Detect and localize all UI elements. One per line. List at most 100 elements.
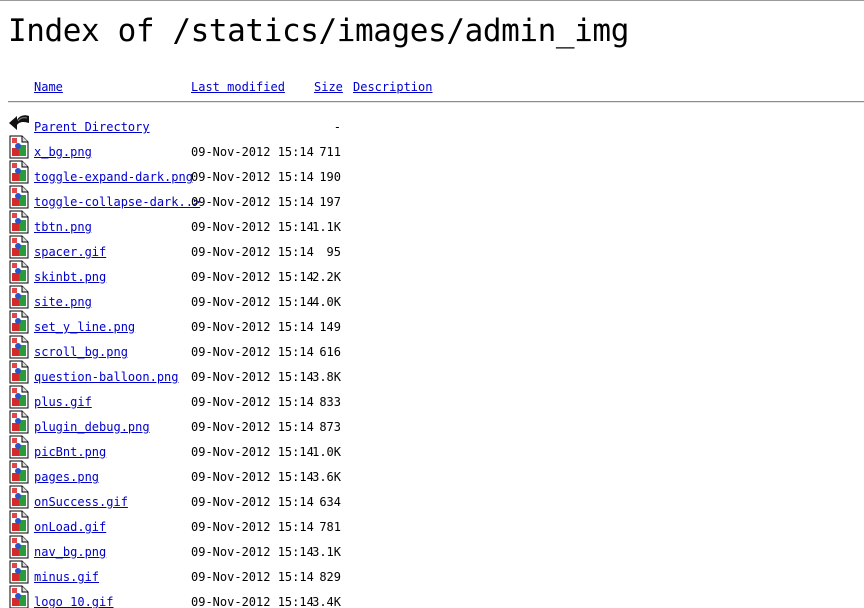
file-link[interactable]: toggle-collapse-dark..> <box>34 195 200 209</box>
file-link[interactable]: spacer.gif <box>34 245 106 259</box>
file-last-modified: 09-Nov-2012 15:14 <box>191 595 314 608</box>
file-listing: Parent Directory - x_bg.png 09-Nov-2012 1… <box>0 110 864 608</box>
file-link[interactable]: question-balloon.png <box>34 370 179 384</box>
page-title: Index of /statics/images/admin_img <box>8 13 629 49</box>
parent-size: - <box>333 120 341 134</box>
file-link[interactable]: minus.gif <box>34 570 99 584</box>
image-file-icon <box>8 510 30 534</box>
file-last-modified: 09-Nov-2012 15:14 <box>191 570 314 584</box>
window-top-border <box>0 0 864 1</box>
file-row: picBnt.png 09-Nov-2012 15:14 1.0K <box>0 435 864 460</box>
file-size: 711 <box>319 145 341 159</box>
file-last-modified: 09-Nov-2012 15:14 <box>191 370 314 384</box>
file-link[interactable]: site.png <box>34 295 92 309</box>
file-last-modified: 09-Nov-2012 15:14 <box>191 245 314 259</box>
image-file-icon <box>8 160 30 184</box>
file-last-modified: 09-Nov-2012 15:14 <box>191 445 314 459</box>
image-file-icon <box>8 210 30 234</box>
file-last-modified: 09-Nov-2012 15:14 <box>191 270 314 284</box>
file-row: plugin_debug.png 09-Nov-2012 15:14 873 <box>0 410 864 435</box>
file-size: 2.2K <box>312 270 341 284</box>
file-last-modified: 09-Nov-2012 15:14 <box>191 220 314 234</box>
file-last-modified: 09-Nov-2012 15:14 <box>191 195 314 209</box>
file-last-modified: 09-Nov-2012 15:14 <box>191 520 314 534</box>
image-file-icon <box>8 485 30 509</box>
file-row: toggle-collapse-dark..> 09-Nov-2012 15:14… <box>0 185 864 210</box>
image-file-icon <box>8 135 30 159</box>
column-header-size-cell: Size <box>314 80 343 96</box>
file-link[interactable]: tbtn.png <box>34 220 92 234</box>
file-link[interactable]: onLoad.gif <box>34 520 106 534</box>
parent-directory-link[interactable]: Parent Directory <box>34 120 150 134</box>
file-link[interactable]: plugin_debug.png <box>34 420 150 434</box>
file-size: 3.6K <box>312 470 341 484</box>
sort-by-size-link[interactable]: Size <box>314 80 343 94</box>
file-row: toggle-expand-dark.png 09-Nov-2012 15:14 1… <box>0 160 864 185</box>
file-row: logo_10.gif 09-Nov-2012 15:14 3.4K <box>0 585 864 608</box>
header-divider <box>8 101 864 103</box>
file-link[interactable]: set_y_line.png <box>34 320 135 334</box>
file-row: nav_bg.png 09-Nov-2012 15:14 3.1K <box>0 535 864 560</box>
image-file-icon <box>8 260 30 284</box>
file-last-modified: 09-Nov-2012 15:14 <box>191 170 314 184</box>
file-row: x_bg.png 09-Nov-2012 15:14 711 <box>0 135 864 160</box>
file-last-modified: 09-Nov-2012 15:14 <box>191 145 314 159</box>
image-file-icon <box>8 235 30 259</box>
file-last-modified: 09-Nov-2012 15:14 <box>191 495 314 509</box>
file-link[interactable]: nav_bg.png <box>34 545 106 559</box>
file-row: tbtn.png 09-Nov-2012 15:14 1.1K <box>0 210 864 235</box>
file-link[interactable]: x_bg.png <box>34 145 92 159</box>
file-row: scroll_bg.png 09-Nov-2012 15:14 616 <box>0 335 864 360</box>
file-size: 873 <box>319 420 341 434</box>
file-size: 3.4K <box>312 595 341 608</box>
file-last-modified: 09-Nov-2012 15:14 <box>191 320 314 334</box>
file-link[interactable]: picBnt.png <box>34 445 106 459</box>
sort-by-name-link[interactable]: Name <box>34 80 63 94</box>
file-row: set_y_line.png 09-Nov-2012 15:14 149 <box>0 310 864 335</box>
file-size: 4.0K <box>312 295 341 309</box>
file-size: 95 <box>326 245 341 259</box>
file-size: 3.8K <box>312 370 341 384</box>
file-last-modified: 09-Nov-2012 15:14 <box>191 295 314 309</box>
file-link[interactable]: skinbt.png <box>34 270 106 284</box>
file-row: spacer.gif 09-Nov-2012 15:14 95 <box>0 235 864 260</box>
image-file-icon <box>8 285 30 309</box>
column-header-description-cell: Description <box>353 80 432 96</box>
file-link[interactable]: onSuccess.gif <box>34 495 128 509</box>
column-header-last-modified-cell: Last modified <box>191 80 285 96</box>
file-link[interactable]: toggle-expand-dark.png <box>34 170 193 184</box>
image-file-icon <box>8 460 30 484</box>
column-header-name-cell: Name <box>34 80 63 96</box>
file-link[interactable]: logo_10.gif <box>34 595 113 608</box>
file-size: 197 <box>319 195 341 209</box>
sort-by-last-modified-link[interactable]: Last modified <box>191 80 285 94</box>
file-size: 149 <box>319 320 341 334</box>
image-file-icon <box>8 585 30 608</box>
file-last-modified: 09-Nov-2012 15:14 <box>191 395 314 409</box>
image-file-icon <box>8 435 30 459</box>
sort-by-description-link[interactable]: Description <box>353 80 432 94</box>
file-last-modified: 09-Nov-2012 15:14 <box>191 420 314 434</box>
file-row: pages.png 09-Nov-2012 15:14 3.6K <box>0 460 864 485</box>
file-size: 616 <box>319 345 341 359</box>
file-row: minus.gif 09-Nov-2012 15:14 829 <box>0 560 864 585</box>
file-link[interactable]: pages.png <box>34 470 99 484</box>
file-row: site.png 09-Nov-2012 15:14 4.0K <box>0 285 864 310</box>
file-link[interactable]: plus.gif <box>34 395 92 409</box>
file-size: 833 <box>319 395 341 409</box>
file-link[interactable]: scroll_bg.png <box>34 345 128 359</box>
file-last-modified: 09-Nov-2012 15:14 <box>191 545 314 559</box>
file-row: onSuccess.gif 09-Nov-2012 15:14 634 <box>0 485 864 510</box>
file-row: question-balloon.png 09-Nov-2012 15:14 3.8… <box>0 360 864 385</box>
file-size: 190 <box>319 170 341 184</box>
image-file-icon <box>8 360 30 384</box>
file-last-modified: 09-Nov-2012 15:14 <box>191 470 314 484</box>
image-file-icon <box>8 185 30 209</box>
image-file-icon <box>8 310 30 334</box>
image-file-icon <box>8 560 30 584</box>
file-size: 3.1K <box>312 545 341 559</box>
image-file-icon <box>8 535 30 559</box>
image-file-icon <box>8 335 30 359</box>
file-size: 1.0K <box>312 445 341 459</box>
file-row: plus.gif 09-Nov-2012 15:14 833 <box>0 385 864 410</box>
